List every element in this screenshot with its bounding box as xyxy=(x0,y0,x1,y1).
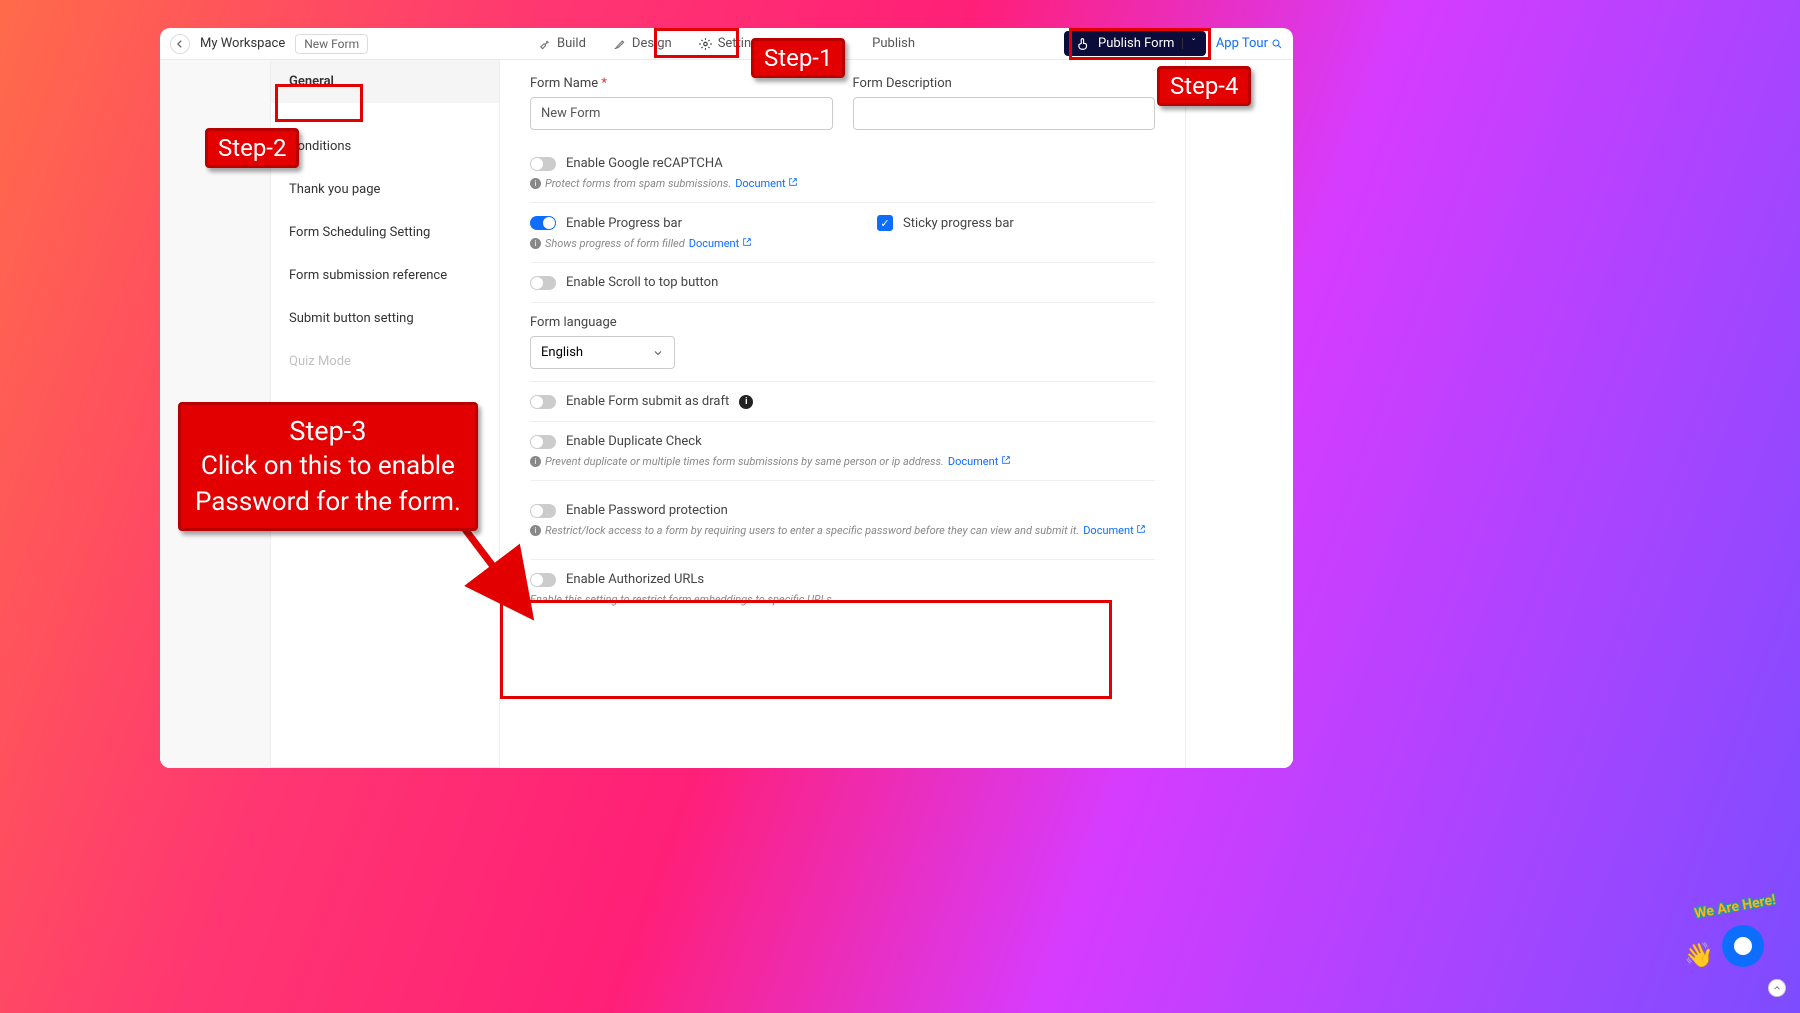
wave-icon: 👋 xyxy=(1684,941,1714,969)
form-desc-input[interactable] xyxy=(853,97,1156,130)
app-tour-label: App Tour xyxy=(1216,36,1268,51)
draft-toggle[interactable] xyxy=(530,395,556,409)
tab-build-label: Build xyxy=(557,36,586,51)
chat-text: We Are Here! xyxy=(1693,892,1777,922)
tab-publish[interactable]: Publish xyxy=(860,31,927,56)
language-label: Form language xyxy=(530,315,1155,330)
annotation-step2: Step-2 xyxy=(205,128,299,168)
sidebar-item-general[interactable]: General xyxy=(271,60,499,103)
sticky-progress-label: Sticky progress bar xyxy=(903,216,1014,231)
scroll-top-button[interactable] xyxy=(1768,979,1786,997)
sidebar-item-submission-ref[interactable]: Form submission reference xyxy=(271,254,499,297)
duplicate-doc-link[interactable]: Document xyxy=(948,455,1011,468)
recaptcha-doc-link[interactable]: Document xyxy=(735,177,798,190)
sidebar-item-quiz[interactable]: Quiz Mode xyxy=(271,340,499,383)
info-icon: i xyxy=(530,456,541,467)
authurls-label: Enable Authorized URLs xyxy=(566,572,704,587)
recaptcha-label: Enable Google reCAPTCHA xyxy=(566,156,723,171)
external-link-icon xyxy=(1001,455,1011,465)
tabs: Build Design Settings Publish xyxy=(526,31,927,56)
header-right: Publish Form ˇ App Tour xyxy=(1064,31,1283,56)
password-label: Enable Password protection xyxy=(566,503,728,518)
form-name-input[interactable] xyxy=(530,97,833,130)
external-link-icon xyxy=(1136,524,1146,534)
draft-label: Enable Form submit as draft xyxy=(566,394,729,409)
chat-widget[interactable]: We Are Here! 👋 xyxy=(1700,903,1770,973)
form-desc-label: Form Description xyxy=(853,76,1156,91)
recaptcha-toggle[interactable] xyxy=(530,157,556,171)
brush-icon xyxy=(613,37,627,51)
language-value: English xyxy=(541,345,583,360)
hand-click-icon xyxy=(1076,37,1090,51)
progress-hint: i Shows progress of form filled Document xyxy=(530,237,1155,250)
sidebar-item-thankyou[interactable]: Thank you page xyxy=(271,168,499,211)
gear-icon xyxy=(699,37,713,51)
password-hint: i Restrict/lock access to a form by requ… xyxy=(530,524,1155,537)
chevron-down-icon[interactable]: ˇ xyxy=(1182,38,1195,49)
language-select[interactable]: English xyxy=(530,336,675,369)
wrench-icon xyxy=(538,37,552,51)
duplicate-label: Enable Duplicate Check xyxy=(566,434,702,449)
workspace-label[interactable]: My Workspace xyxy=(200,36,285,51)
annotation-step3: Step-3 Click on this to enable Password … xyxy=(178,402,478,531)
external-link-icon xyxy=(742,237,752,247)
progress-toggle[interactable] xyxy=(530,216,556,230)
back-button[interactable] xyxy=(170,34,190,54)
publish-button-label: Publish Form xyxy=(1098,36,1174,51)
chevron-down-icon xyxy=(652,347,664,359)
form-badge: New Form xyxy=(295,34,368,54)
app-window: My Workspace New Form Build Design Setti… xyxy=(160,28,1293,768)
annotation-step4: Step-4 xyxy=(1157,66,1251,106)
progress-doc-link[interactable]: Document xyxy=(689,237,752,250)
chevron-up-icon xyxy=(1772,983,1782,993)
app-tour-link[interactable]: App Tour xyxy=(1216,36,1283,51)
info-icon: i xyxy=(530,178,541,189)
chat-bubble-icon[interactable] xyxy=(1722,925,1764,967)
sidebar-item-submit-btn[interactable]: Submit button setting xyxy=(271,297,499,340)
tab-design[interactable]: Design xyxy=(601,31,684,56)
duplicate-toggle[interactable] xyxy=(530,435,556,449)
search-icon xyxy=(1271,38,1283,50)
annotation-step1: Step-1 xyxy=(751,38,845,78)
progress-label: Enable Progress bar xyxy=(566,216,682,231)
scrolltop-label: Enable Scroll to top button xyxy=(566,275,718,290)
external-link-icon xyxy=(788,177,798,187)
duplicate-hint: i Prevent duplicate or multiple times fo… xyxy=(530,455,1155,468)
right-gutter xyxy=(1186,60,1293,768)
tab-design-label: Design xyxy=(632,36,672,51)
recaptcha-hint: i Protect forms from spam submissions. D… xyxy=(530,177,1155,190)
authurls-hint: Enable this setting to restrict form emb… xyxy=(530,593,1155,606)
tab-build[interactable]: Build xyxy=(526,31,598,56)
password-doc-link[interactable]: Document xyxy=(1083,524,1146,537)
header: My Workspace New Form Build Design Setti… xyxy=(160,28,1293,60)
tab-publish-label: Publish xyxy=(872,36,915,51)
publish-button[interactable]: Publish Form ˇ xyxy=(1064,31,1206,56)
settings-content: Form Name * Form Description Enable Goog… xyxy=(500,60,1186,768)
info-icon[interactable]: i xyxy=(739,395,753,409)
form-name-label: Form Name * xyxy=(530,76,833,91)
scrolltop-toggle[interactable] xyxy=(530,276,556,290)
info-icon: i xyxy=(530,238,541,249)
sticky-progress-checkbox[interactable]: ✓ xyxy=(877,215,893,231)
sidebar-item-scheduling[interactable]: Form Scheduling Setting xyxy=(271,211,499,254)
sidebar-item-conditions[interactable]: Conditions xyxy=(271,125,499,168)
